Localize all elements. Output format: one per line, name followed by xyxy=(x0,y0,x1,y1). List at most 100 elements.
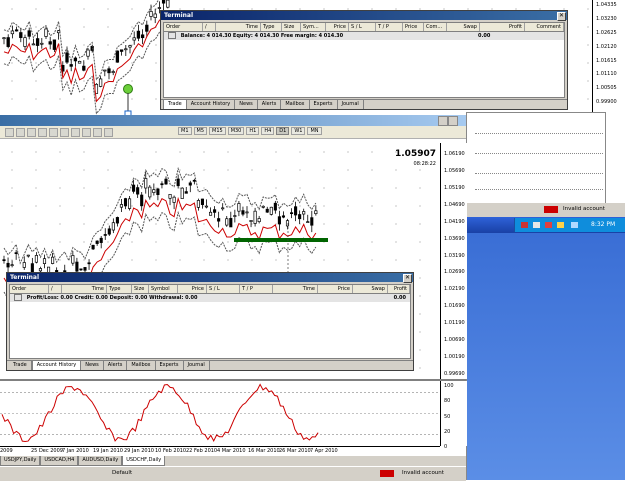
tray-icon[interactable] xyxy=(545,222,552,228)
col-price2[interactable]: Price xyxy=(403,23,424,31)
tray-icon[interactable] xyxy=(571,222,578,228)
terminal-top-titlebar[interactable]: Terminal ✕ xyxy=(161,11,567,21)
period-m1-button[interactable]: M1 xyxy=(178,127,192,135)
col-comment[interactable]: Comment xyxy=(525,23,564,31)
candle-body xyxy=(249,220,253,222)
terminal-bottom-titlebar[interactable]: Terminal ✕ xyxy=(7,273,413,283)
tab-alerts[interactable]: Alerts xyxy=(258,100,282,109)
candle-body xyxy=(31,43,36,46)
text-tool-icon[interactable] xyxy=(82,128,91,137)
object-anchor-marker[interactable] xyxy=(120,82,136,118)
col-tp[interactable]: T / P xyxy=(240,285,273,293)
hline-tool-icon[interactable] xyxy=(38,128,47,137)
minimize-icon[interactable] xyxy=(438,116,448,126)
period-d1-button[interactable]: D1 xyxy=(276,127,290,135)
symbol-tab-audusd[interactable]: AUDUSD,Daily xyxy=(78,456,123,466)
candle-body xyxy=(209,211,213,216)
tab-news[interactable]: News xyxy=(235,100,258,109)
col-profit[interactable]: Profit xyxy=(480,23,525,31)
symbol-tab-usdchf[interactable]: USDCHF,Daily xyxy=(122,456,166,466)
candle-body xyxy=(281,215,286,218)
col-commission[interactable]: Com... xyxy=(424,23,447,31)
terminal-top-list[interactable]: Order / Time Type Size Sym... Price S / … xyxy=(163,22,565,98)
col-size[interactable]: Size xyxy=(132,285,149,293)
period-h1-button[interactable]: H1 xyxy=(246,127,260,135)
right-window-frame xyxy=(466,112,606,212)
col-type[interactable]: Type xyxy=(107,285,132,293)
col-tp[interactable]: T / P xyxy=(376,23,403,31)
balance-row[interactable]: Balance: 4 014.30 Equity: 4 014.30 Free … xyxy=(164,32,564,40)
tray-icon[interactable] xyxy=(533,222,540,228)
tab-account-history[interactable]: Account History xyxy=(187,100,236,109)
date-tick-label: 25 Dec 2009 xyxy=(31,448,63,454)
tab-experts[interactable]: Experts xyxy=(156,361,184,370)
col-price[interactable]: Price xyxy=(326,23,349,31)
tab-journal[interactable]: Journal xyxy=(338,100,364,109)
trendline-tool-icon[interactable] xyxy=(49,128,58,137)
vline-tool-icon[interactable] xyxy=(27,128,36,137)
main-chart-window[interactable]: M1 M5 M15 M30 H1 H4 D1 W1 MN 1.05907 08:… xyxy=(0,115,467,481)
date-tick-label: 29 Jan 2010 xyxy=(124,448,154,454)
period-w1-button[interactable]: W1 xyxy=(291,127,306,135)
indicator-pane[interactable] xyxy=(0,381,440,446)
terminal-bottom-list[interactable]: Order / Time Type Size Symbol Price S / … xyxy=(9,284,411,359)
col-close-time[interactable]: Time xyxy=(273,285,318,293)
tab-mailbox[interactable]: Mailbox xyxy=(127,361,156,370)
taskbar-clock[interactable]: 8:32 PM xyxy=(591,221,615,228)
terminal-window-top[interactable]: Terminal ✕ Order / Time Type Size Sym...… xyxy=(160,10,568,110)
axis-tick-label: 0 xyxy=(444,444,448,450)
close-icon[interactable]: ✕ xyxy=(403,274,412,283)
period-h4-button[interactable]: H4 xyxy=(261,127,275,135)
period-mn-button[interactable]: MN xyxy=(307,127,322,135)
candle-body xyxy=(229,218,233,228)
restore-icon[interactable] xyxy=(448,116,458,126)
col-order[interactable]: Order xyxy=(164,23,203,31)
col-swap[interactable]: Swap xyxy=(447,23,480,31)
tab-experts[interactable]: Experts xyxy=(310,100,338,109)
col-size[interactable]: Size xyxy=(282,23,301,31)
col-profit[interactable]: Profit xyxy=(388,285,410,293)
col-symbol[interactable]: Sym... xyxy=(301,23,326,31)
col-symbol[interactable]: Symbol xyxy=(149,285,178,293)
label-tool-icon[interactable] xyxy=(93,128,102,137)
candle-body xyxy=(166,0,170,8)
close-icon[interactable]: ✕ xyxy=(557,12,566,21)
fibo-tool-icon[interactable] xyxy=(71,128,80,137)
ma-line xyxy=(3,16,168,103)
terminal-window-bottom[interactable]: Terminal ✕ Order / Time Type Size Symbol… xyxy=(6,272,414,371)
col-sl[interactable]: S / L xyxy=(207,285,240,293)
tray-icon[interactable] xyxy=(557,222,564,228)
axis-tick-label: 1.00690 xyxy=(444,337,465,344)
tab-trade[interactable]: Trade xyxy=(9,361,32,370)
symbol-tab-usdjpy[interactable]: USDJPY,Daily xyxy=(0,456,41,466)
col-time[interactable]: Time xyxy=(216,23,261,31)
channel-tool-icon[interactable] xyxy=(60,128,69,137)
col-sort[interactable]: / xyxy=(49,285,62,293)
candle-body xyxy=(136,30,141,39)
period-m5-button[interactable]: M5 xyxy=(193,127,207,135)
col-order[interactable]: Order xyxy=(10,285,49,293)
tab-mailbox[interactable]: Mailbox xyxy=(281,100,310,109)
tab-alerts[interactable]: Alerts xyxy=(104,361,128,370)
crosshair-tool-icon[interactable] xyxy=(16,128,25,137)
tab-journal[interactable]: Journal xyxy=(184,361,210,370)
col-time[interactable]: Time xyxy=(62,285,107,293)
connection-status-icon xyxy=(544,206,558,213)
cursor-tool-icon[interactable] xyxy=(5,128,14,137)
tab-trade[interactable]: Trade xyxy=(163,100,187,109)
arrow-tool-icon[interactable] xyxy=(104,128,113,137)
col-price[interactable]: Price xyxy=(178,285,207,293)
period-m15-button[interactable]: M15 xyxy=(209,127,226,135)
summary-row[interactable]: Profit/Loss: 0.00 Credit: 0.00 Deposit: … xyxy=(10,294,410,302)
tab-news[interactable]: News xyxy=(81,361,104,370)
col-close-price[interactable]: Price xyxy=(318,285,353,293)
col-sl[interactable]: S / L xyxy=(349,23,376,31)
symbol-tab-usdcad[interactable]: USDCAD,H4 xyxy=(40,456,79,466)
col-swap[interactable]: Swap xyxy=(353,285,388,293)
tray-icon[interactable] xyxy=(521,222,528,228)
tab-account-history[interactable]: Account History xyxy=(31,361,82,370)
terminal-top-title: Terminal xyxy=(164,12,194,19)
col-sort[interactable]: / xyxy=(203,23,216,31)
period-m30-button[interactable]: M30 xyxy=(227,127,245,135)
col-type[interactable]: Type xyxy=(261,23,282,31)
